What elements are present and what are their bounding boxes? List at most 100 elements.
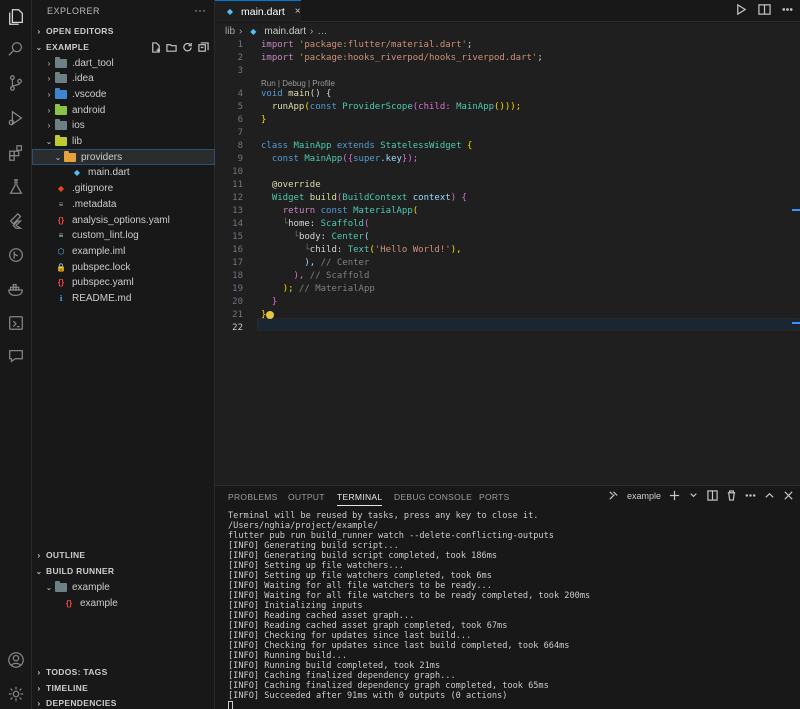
tree-item[interactable]: › .dart_tool [32, 55, 215, 71]
code-line: import 'package:flutter/material.dart'; [261, 40, 473, 50]
flutter-icon[interactable] [6, 211, 26, 231]
terminal-line: [INFO] Running build completed, took 21m… [228, 661, 441, 671]
tree-item[interactable]: › android [32, 102, 215, 118]
breadcrumb-file[interactable]: main.dart [264, 26, 306, 37]
tree-item[interactable]: 🔒 pubspec.lock [32, 259, 215, 275]
docker-icon[interactable] [6, 280, 26, 300]
comments-icon[interactable] [6, 346, 26, 366]
chevron-down-icon: ⌄ [35, 566, 43, 576]
new-terminal-icon[interactable] [669, 490, 680, 501]
folder-icon [54, 580, 68, 593]
new-file-icon[interactable] [150, 41, 161, 53]
terminal-output[interactable]: Terminal will be reused by tasks, press … [228, 511, 590, 709]
line-number: 12 [232, 193, 243, 203]
build-runner-item[interactable]: ⌄ example [32, 579, 215, 595]
tab-ports[interactable]: PORTS [479, 492, 510, 502]
tree-item-label: pubspec.yaml [72, 277, 134, 289]
dependencies-section[interactable]: › DEPENDENCIES [32, 695, 215, 709]
tab-output[interactable]: OUTPUT [288, 492, 325, 502]
terminal-line: [INFO] Caching finalized dependency grap… [228, 671, 456, 681]
terminal-line: [INFO] Checking for updates since last b… [228, 631, 472, 641]
tab-terminal[interactable]: TERMINAL [337, 492, 383, 506]
trash-icon[interactable] [726, 490, 737, 501]
tree-item[interactable]: › .vscode [32, 86, 215, 102]
yaml-file-icon: {} [57, 215, 65, 225]
chevron-right-icon: › [47, 58, 51, 68]
folder-icon [54, 103, 68, 116]
more-actions-icon[interactable] [781, 3, 794, 16]
terminal-cursor [228, 701, 233, 709]
tree-item[interactable]: ◆ main.dart [32, 165, 215, 181]
split-terminal-icon[interactable] [707, 490, 718, 501]
tree-item[interactable]: ⌄ providers [32, 149, 215, 166]
close-panel-icon[interactable] [783, 490, 794, 501]
code-editor[interactable]: 1 2 3 4 5 6 7 8 9 10 11 12 13 14 15 16 17 18 19 20 21 22 impo… [215, 39, 800, 485]
terminal-line: Terminal will be reused by tasks, press … [228, 511, 539, 521]
tree-item-label: .gitignore [72, 183, 114, 195]
yaml-file-icon: {} [57, 278, 65, 288]
tab-problems[interactable]: PROBLEMS [228, 492, 278, 502]
split-editor-icon[interactable] [758, 3, 771, 16]
collapse-all-icon[interactable] [198, 41, 209, 53]
tab-main-dart[interactable]: ◆ main.dart × [215, 0, 301, 22]
search-icon[interactable] [6, 39, 26, 59]
line-number: 10 [232, 167, 243, 177]
run-icon[interactable] [735, 3, 748, 16]
explorer-icon[interactable] [6, 7, 26, 27]
code-line: } [261, 310, 275, 320]
log-file-icon: ≡ [58, 231, 64, 241]
todos-section[interactable]: › TODOS: TAGS [32, 664, 215, 680]
tree-item[interactable]: › .idea [32, 71, 215, 87]
settings-gear-icon[interactable] [6, 684, 26, 704]
tree-item[interactable]: {} analysis_options.yaml [32, 212, 215, 228]
workspace-root-section[interactable]: ⌄ EXAMPLE [32, 39, 215, 55]
build-runner-item-label: example [72, 581, 110, 593]
account-icon[interactable] [6, 650, 26, 670]
tree-item[interactable]: ⌄ lib [32, 134, 215, 150]
build-runner-section[interactable]: ⌄ BUILD RUNNER [32, 563, 215, 579]
line-number: 14 [232, 219, 243, 229]
git-graph-icon[interactable] [6, 245, 26, 265]
open-editors-section[interactable]: › OPEN EDITORS [32, 23, 215, 39]
source-control-icon[interactable] [6, 73, 26, 93]
line-number: 2 [237, 53, 243, 63]
new-folder-icon[interactable] [166, 42, 177, 53]
folder-icon [54, 72, 68, 85]
tree-item[interactable]: ⬡ example.iml [32, 243, 215, 259]
timeline-section[interactable]: › TIMELINE [32, 680, 215, 696]
close-tab-icon[interactable]: × [295, 6, 301, 17]
line-number: 15 [232, 232, 243, 242]
tree-item-label: custom_lint.log [72, 230, 139, 242]
remote-explorer-icon[interactable] [6, 313, 26, 333]
tree-item[interactable]: ≡ custom_lint.log [32, 228, 215, 244]
folder-icon [54, 56, 68, 69]
tree-item[interactable]: {} pubspec.yaml [32, 275, 215, 291]
tree-item[interactable]: ≡ .metadata [32, 196, 215, 212]
more-actions-icon[interactable] [745, 490, 756, 501]
maximize-panel-icon[interactable] [764, 490, 775, 501]
refresh-icon[interactable] [182, 42, 193, 53]
testing-icon[interactable] [6, 177, 26, 197]
breadcrumb-more[interactable]: … [317, 26, 327, 37]
extensions-icon[interactable] [6, 143, 26, 163]
activity-bar [0, 0, 32, 709]
line-number: 13 [232, 206, 243, 216]
tab-debug-console[interactable]: DEBUG CONSOLE [394, 492, 472, 502]
terminal-line: [INFO] Succeeded after 91ms with 0 outpu… [228, 691, 508, 701]
chevron-down-icon: ⌄ [45, 137, 53, 146]
outline-section[interactable]: › OUTLINE [32, 547, 215, 563]
run-debug-icon[interactable] [6, 108, 26, 128]
terminal-name[interactable]: example [627, 491, 661, 501]
chevron-right-icon: › [47, 74, 51, 84]
lightbulb-icon[interactable] [266, 310, 275, 319]
build-runner-subitem[interactable]: {} example [32, 595, 215, 611]
breadcrumb-folder[interactable]: lib [225, 26, 235, 37]
tree-item[interactable]: › ios [32, 118, 215, 134]
tree-item[interactable]: ℹ README.md [32, 291, 215, 307]
more-actions-icon[interactable]: ··· [194, 3, 206, 17]
tree-item[interactable]: ◆ .gitignore [32, 181, 215, 197]
chevron-down-icon[interactable] [688, 490, 699, 501]
tree-item-label: main.dart [88, 167, 130, 179]
codelens-run-debug[interactable]: Run | Debug | Profile [261, 79, 335, 88]
terminal-line: [INFO] Caching finalized dependency grap… [228, 681, 549, 691]
